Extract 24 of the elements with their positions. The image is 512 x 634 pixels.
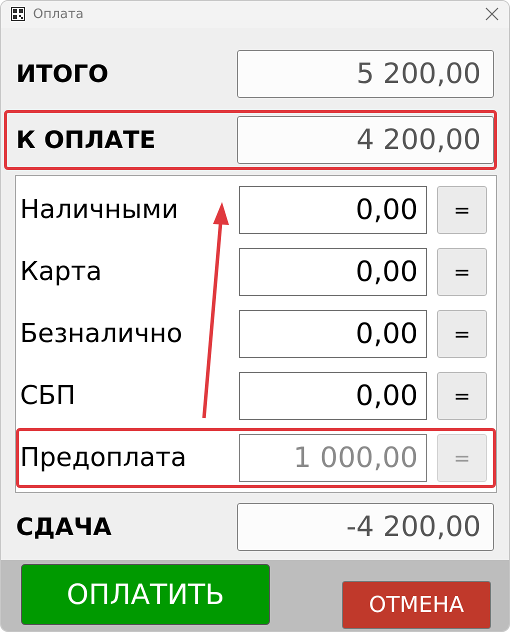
qr-code-icon — [11, 7, 25, 22]
change-label: СДАЧА — [16, 512, 113, 541]
total-label: ИТОГО — [16, 60, 110, 88]
window-title: Оплата — [33, 6, 85, 22]
amount-field[interactable]: 5 200,00 — [237, 50, 494, 98]
fill-amount-button[interactable]: = — [437, 186, 487, 234]
cancel-button[interactable]: ОТМЕНА — [342, 581, 491, 630]
payment-label: СБП — [19, 380, 77, 411]
close-icon[interactable] — [485, 7, 499, 22]
fill-amount-button[interactable]: = — [437, 310, 487, 358]
amount-field[interactable]: 4 200,00 — [237, 116, 494, 164]
payment-label: Наличными — [19, 194, 180, 225]
fill-amount-button[interactable]: = — [437, 248, 487, 296]
payment-label: Карта — [19, 256, 103, 287]
pay-button[interactable]: ОПЛАТИТЬ — [21, 564, 270, 625]
amount-field[interactable]: 0,00 — [239, 372, 427, 420]
payment-label: Предоплата — [19, 442, 188, 473]
payment-label: Безналично — [19, 318, 184, 349]
amount-field[interactable]: 0,00 — [239, 186, 427, 234]
amount-field[interactable]: 0,00 — [239, 310, 427, 358]
amount-field[interactable]: 0,00 — [239, 248, 427, 296]
fill-amount-button[interactable]: = — [437, 372, 487, 420]
total-label: К ОПЛАТЕ — [16, 126, 157, 154]
change-field[interactable]: -4 200,00 — [237, 502, 494, 551]
